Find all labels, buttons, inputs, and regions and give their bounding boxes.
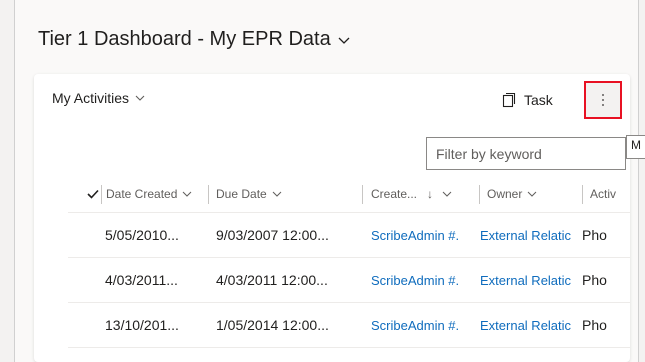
- new-task-button[interactable]: Task: [502, 88, 553, 112]
- column-separator: [101, 185, 102, 204]
- view-selector[interactable]: My Activities: [52, 90, 146, 106]
- col-header-label: Create...: [371, 187, 418, 201]
- col-header-label: Due Date: [216, 187, 267, 201]
- column-separator: [362, 185, 363, 204]
- cell-created-by-link[interactable]: ScribeAdmin #.: [371, 228, 478, 243]
- chevron-down-icon: [135, 95, 145, 101]
- filter-keyword-input[interactable]: [427, 138, 625, 169]
- table-row[interactable]: 4/03/2011... 4/03/2011 12:00... ScribeAd…: [68, 258, 630, 303]
- select-all-check-icon[interactable]: [86, 187, 100, 201]
- column-separator: [208, 185, 209, 204]
- chevron-down-icon: [527, 191, 537, 197]
- table-row[interactable]: 5/05/2010... 9/03/2007 12:00... ScribeAd…: [68, 213, 630, 258]
- filter-box: [426, 137, 626, 170]
- col-header-label: Date Created: [106, 187, 178, 201]
- more-vertical-icon: [602, 94, 604, 106]
- cell-due-date: 9/03/2007 12:00...: [216, 227, 329, 243]
- column-separator: [582, 185, 583, 204]
- cell-owner-link[interactable]: External Relatic: [480, 228, 581, 243]
- cell-owner-link[interactable]: External Relatic: [480, 318, 581, 333]
- chevron-down-icon: [442, 191, 452, 197]
- cell-date-created: 13/10/201...: [105, 317, 179, 333]
- cell-owner-link[interactable]: External Relatic: [480, 273, 581, 288]
- col-header-activity[interactable]: Activ: [590, 176, 616, 212]
- cell-created-by-link[interactable]: ScribeAdmin #.: [371, 318, 478, 333]
- more-commands-button[interactable]: [584, 81, 622, 119]
- table-row[interactable]: 13/10/201... 1/05/2014 12:00... ScribeAd…: [68, 303, 630, 348]
- tooltip: M: [626, 135, 645, 159]
- cell-created-by-link[interactable]: ScribeAdmin #.: [371, 273, 478, 288]
- col-header-date-created[interactable]: Date Created: [106, 176, 192, 212]
- page-title-text: Tier 1 Dashboard - My EPR Data: [38, 28, 331, 50]
- sort-descending-icon: ↓: [427, 187, 434, 201]
- chevron-down-icon: [183, 191, 192, 197]
- cell-due-date: 1/05/2014 12:00...: [216, 317, 329, 333]
- cell-date-created: 4/03/2011...: [105, 272, 178, 288]
- col-header-due-date[interactable]: Due Date: [216, 176, 282, 212]
- new-task-label: Task: [524, 92, 553, 108]
- cell-due-date: 4/03/2011 12:00...: [216, 272, 328, 288]
- col-header-owner[interactable]: Owner: [487, 176, 537, 212]
- page-title[interactable]: Tier 1 Dashboard - My EPR Data: [38, 28, 351, 51]
- column-separator: [479, 185, 480, 204]
- chevron-down-icon: [272, 191, 282, 197]
- cell-date-created: 5/05/2010...: [105, 227, 179, 243]
- col-header-created-by[interactable]: Create... ↓: [371, 176, 452, 212]
- col-header-label: Activ: [590, 187, 617, 201]
- task-icon: [502, 92, 516, 108]
- col-header-label: Owner: [487, 187, 523, 201]
- cell-activity: Pho: [582, 272, 607, 288]
- cell-activity: Pho: [582, 317, 607, 333]
- chevron-down-icon: [338, 37, 350, 44]
- view-selector-label: My Activities: [52, 90, 130, 106]
- cell-activity: Pho: [582, 227, 607, 243]
